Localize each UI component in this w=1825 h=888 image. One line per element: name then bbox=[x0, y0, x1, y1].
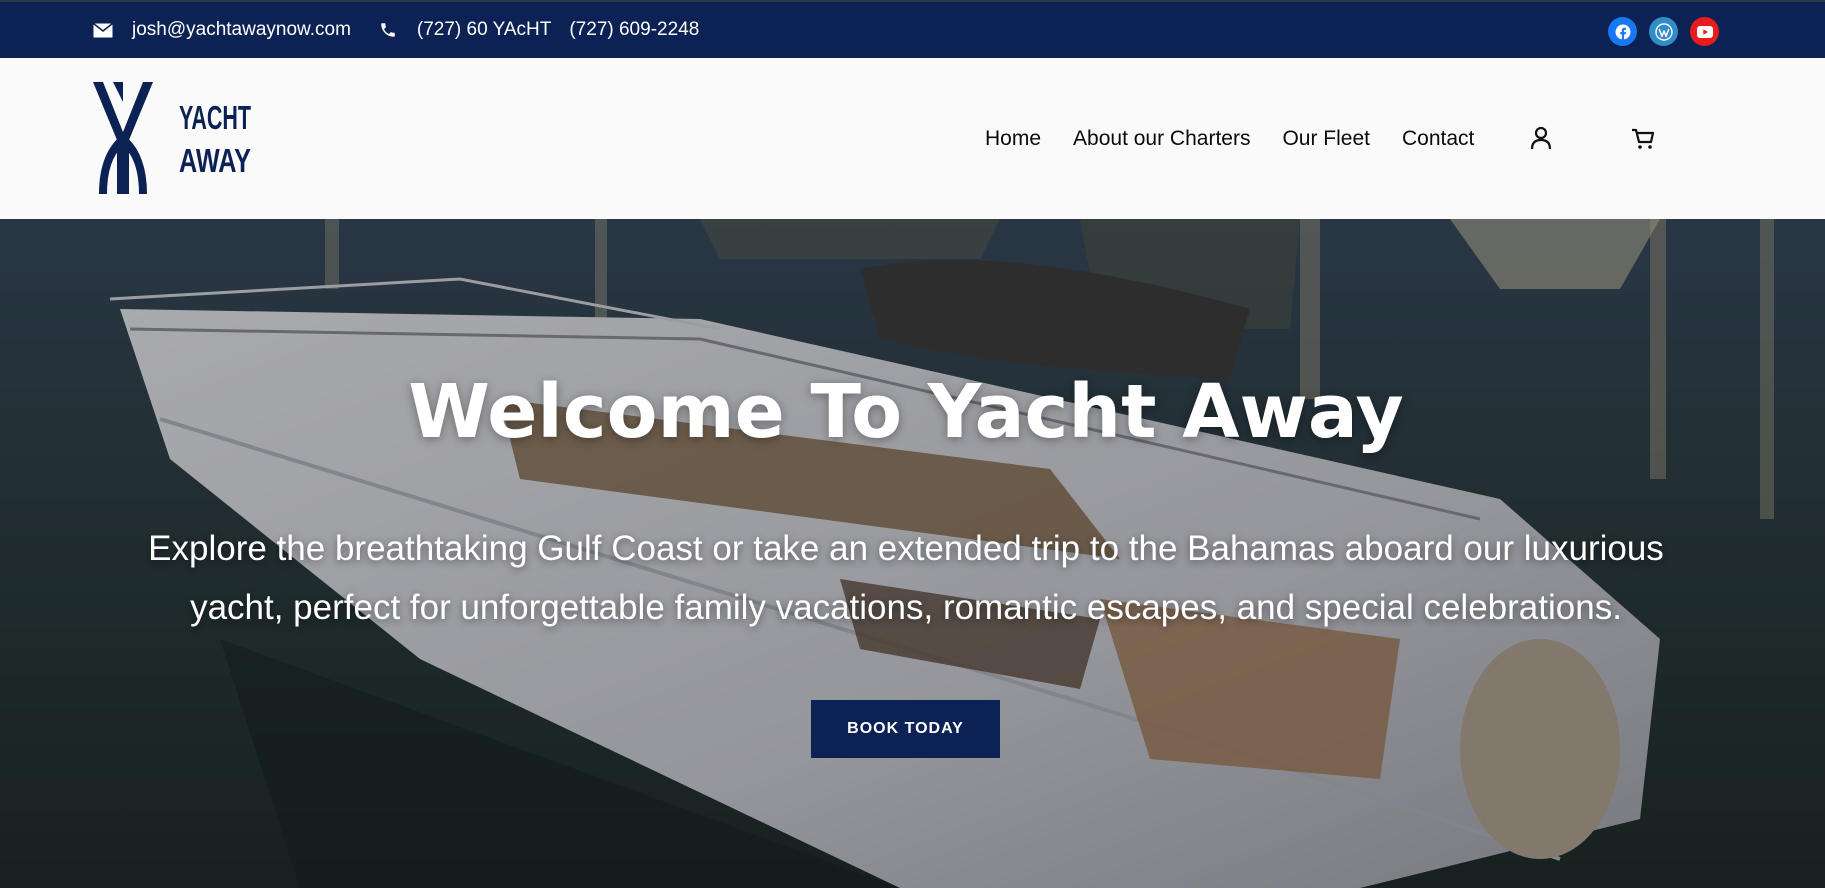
hero-title: Welcome To Yacht Away bbox=[408, 369, 1404, 455]
cart-icon[interactable] bbox=[1629, 124, 1657, 152]
logo-text-away: AWAY bbox=[179, 142, 251, 179]
social-links bbox=[1608, 17, 1719, 46]
hero-banner: Welcome To Yacht Away Explore the breath… bbox=[0, 219, 1825, 888]
contact-info: josh@yachtawaynow.com (727) 60 YAcHT (72… bbox=[92, 2, 699, 58]
main-navigation: Home About our Charters Our Fleet Contac… bbox=[985, 58, 1474, 219]
nav-home[interactable]: Home bbox=[985, 127, 1041, 151]
facebook-icon[interactable] bbox=[1608, 17, 1637, 46]
phone-icon bbox=[377, 19, 399, 41]
site-header: YACHT AWAY Home About our Charters Our F… bbox=[0, 58, 1825, 219]
logo-text-yacht: YACHT bbox=[179, 99, 251, 136]
nav-about-charters[interactable]: About our Charters bbox=[1073, 127, 1250, 151]
nav-our-fleet[interactable]: Our Fleet bbox=[1282, 127, 1370, 151]
envelope-icon bbox=[92, 19, 114, 41]
wordpress-icon[interactable] bbox=[1649, 17, 1678, 46]
book-today-button[interactable]: BOOK TODAY bbox=[811, 700, 1000, 758]
contact-phone-number[interactable]: (727) 609-2248 bbox=[569, 19, 699, 41]
nav-contact[interactable]: Contact bbox=[1402, 127, 1474, 151]
top-contact-bar: josh@yachtawaynow.com (727) 60 YAcHT (72… bbox=[0, 0, 1825, 58]
hero-subtitle: Explore the breathtaking Gulf Coast or t… bbox=[148, 529, 1664, 627]
contact-email[interactable]: josh@yachtawaynow.com bbox=[132, 19, 351, 41]
user-icon[interactable] bbox=[1527, 124, 1555, 152]
yacht-away-logo[interactable]: YACHT AWAY bbox=[93, 82, 263, 194]
contact-phone-vanity[interactable]: (727) 60 YAcHT bbox=[417, 19, 551, 41]
youtube-icon[interactable] bbox=[1690, 17, 1719, 46]
